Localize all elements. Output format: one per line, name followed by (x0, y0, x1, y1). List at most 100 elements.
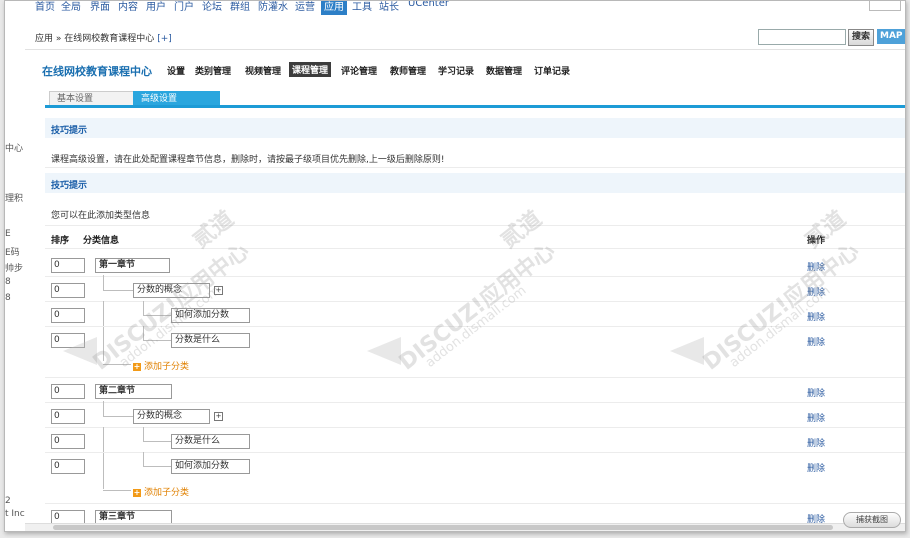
table-row-divider (45, 377, 905, 378)
order-input[interactable]: 0 (51, 409, 85, 424)
sidebar-fragment[interactable]: 中心 (5, 141, 23, 154)
delete-link[interactable]: 删除 (807, 335, 825, 348)
tree-line (143, 441, 171, 442)
scrollbar-thumb[interactable] (53, 525, 833, 530)
sidebar-fragment[interactable]: 帅步 (5, 261, 23, 274)
capture-screenshot-button[interactable]: 捕获截图 (843, 512, 901, 528)
tree-line (103, 416, 133, 417)
order-input[interactable]: 0 (51, 258, 85, 273)
table-row-divider (45, 427, 905, 428)
delete-link[interactable]: 删除 (807, 386, 825, 399)
add-subcategory-button[interactable]: + 添加子分类 (133, 359, 189, 372)
divider (45, 225, 905, 226)
category-name-input[interactable]: 分数是什么 (171, 434, 250, 449)
tree-line (143, 452, 144, 467)
breadcrumb-bar: 应用 » 在线网校教育课程中心 [+] 搜索 MAP (25, 25, 905, 50)
sidebar-fragment[interactable]: 8 (5, 293, 11, 303)
tab-category-manage[interactable]: 类别管理 (195, 64, 231, 77)
table-row-divider (45, 276, 905, 277)
nav-operation[interactable]: 运营 (295, 1, 315, 13)
tab-teacher-manage[interactable]: 教师管理 (390, 64, 426, 77)
nav-groups[interactable]: 群组 (230, 1, 250, 13)
top-right-field[interactable] (869, 1, 901, 11)
table-row-divider (45, 402, 905, 403)
breadcrumb-text: 应用 » 在线网校教育课程中心 (35, 34, 155, 44)
add-subcategory-label: 添加子分类 (144, 362, 190, 372)
tree-line (103, 490, 131, 491)
sidebar-fragment[interactable]: 理积 (5, 191, 23, 204)
nav-home[interactable]: 首页 (35, 1, 55, 13)
delete-link[interactable]: 删除 (807, 436, 825, 449)
tab-video-manage[interactable]: 视频管理 (245, 64, 281, 77)
nav-ucenter[interactable]: UCenter (408, 1, 449, 9)
nav-content[interactable]: 内容 (118, 1, 138, 13)
tips-text: 您可以在此添加类型信息 (51, 211, 151, 221)
sidebar-fragment: t Inc (5, 509, 25, 519)
top-navigation: 首页 全局 界面 内容 用户 门户 论坛 群组 防灌水 运营 应用 工具 站长 … (5, 1, 905, 19)
add-shortcut-link[interactable]: [+] (157, 34, 172, 44)
search-input[interactable] (758, 29, 846, 45)
category-name-input[interactable]: 分数的概念 (133, 409, 210, 424)
column-header-info: 分类信息 (83, 236, 120, 246)
table-row-divider (45, 503, 905, 504)
order-input[interactable]: 0 (51, 384, 85, 399)
sidebar-fragment[interactable]: 8 (5, 277, 11, 287)
tree-line (103, 290, 133, 291)
subtab-basic-settings[interactable]: 基本设置 (49, 91, 134, 106)
nav-portal[interactable]: 门户 (174, 1, 194, 13)
subtab-advanced-settings[interactable]: 高级设置 (133, 91, 220, 106)
nav-interface[interactable]: 界面 (90, 1, 110, 13)
category-name-input[interactable]: 分数是什么 (171, 333, 250, 348)
tab-learning-records[interactable]: 学习记录 (438, 64, 474, 77)
tab-comment-manage[interactable]: 评论管理 (341, 64, 377, 77)
order-input[interactable]: 0 (51, 459, 85, 474)
tips-text: 课程高级设置，请在此处配置课程章节信息，删除时，请按最子级项目优先删除,上一级后… (51, 155, 445, 165)
add-subcategory-label: 添加子分类 (144, 488, 190, 498)
tree-line (103, 401, 104, 417)
tab-course-manage[interactable]: 课程管理 (289, 62, 332, 77)
map-button[interactable]: MAP (877, 29, 905, 44)
tree-line (143, 427, 144, 442)
search-button[interactable]: 搜索 (848, 29, 874, 46)
order-input[interactable]: 0 (51, 434, 85, 449)
category-name-input[interactable]: 如何添加分数 (171, 459, 250, 474)
tab-data-manage[interactable]: 数据管理 (486, 64, 522, 77)
tips-title: 技巧提示 (51, 126, 88, 136)
watermark: DISCUZ!应用中心 (698, 238, 865, 376)
sidebar-fragment[interactable]: E码 (5, 245, 20, 258)
watermark: DISCUZ!应用中心 (88, 238, 255, 376)
tips-header: 技巧提示 (45, 118, 905, 138)
add-subcategory-button[interactable]: + 添加子分类 (133, 485, 189, 498)
tab-order-records[interactable]: 订单记录 (534, 64, 570, 77)
tips-title: 技巧提示 (51, 181, 88, 191)
delete-link[interactable]: 删除 (807, 411, 825, 424)
delete-link[interactable]: 删除 (807, 461, 825, 474)
tree-line (103, 427, 104, 489)
nav-tools[interactable]: 工具 (352, 1, 372, 13)
order-input[interactable]: 0 (51, 283, 85, 298)
order-input[interactable]: 0 (51, 308, 85, 323)
nav-users[interactable]: 用户 (146, 1, 166, 13)
breadcrumb: 应用 » 在线网校教育课程中心 [+] (35, 31, 172, 44)
nav-webmaster[interactable]: 站长 (379, 1, 399, 13)
nav-antispam[interactable]: 防灌水 (258, 1, 288, 13)
divider (45, 167, 905, 168)
category-name-input[interactable]: 第二章节 (95, 384, 172, 399)
category-name-input[interactable]: 第一章节 (95, 258, 170, 273)
app-window: 首页 全局 界面 内容 用户 门户 论坛 群组 防灌水 运营 应用 工具 站长 … (4, 0, 906, 532)
tree-line (103, 275, 104, 291)
nav-forum[interactable]: 论坛 (202, 1, 222, 13)
expand-icon[interactable]: + (214, 412, 223, 421)
watermark: DISCUZ!应用中心 (394, 238, 561, 376)
subtab-underline (45, 105, 905, 108)
divider (45, 248, 905, 249)
tab-settings[interactable]: 设置 (167, 64, 185, 77)
column-header-order: 排序 (51, 236, 70, 246)
horizontal-scrollbar[interactable] (25, 523, 905, 531)
tree-line (143, 466, 171, 467)
module-title: 在线网校教育课程中心 (42, 65, 152, 78)
nav-apps[interactable]: 应用 (321, 1, 347, 15)
sidebar-fragment: 2 (5, 496, 11, 506)
sidebar-fragment[interactable]: E (5, 229, 11, 239)
nav-global[interactable]: 全局 (61, 1, 81, 13)
